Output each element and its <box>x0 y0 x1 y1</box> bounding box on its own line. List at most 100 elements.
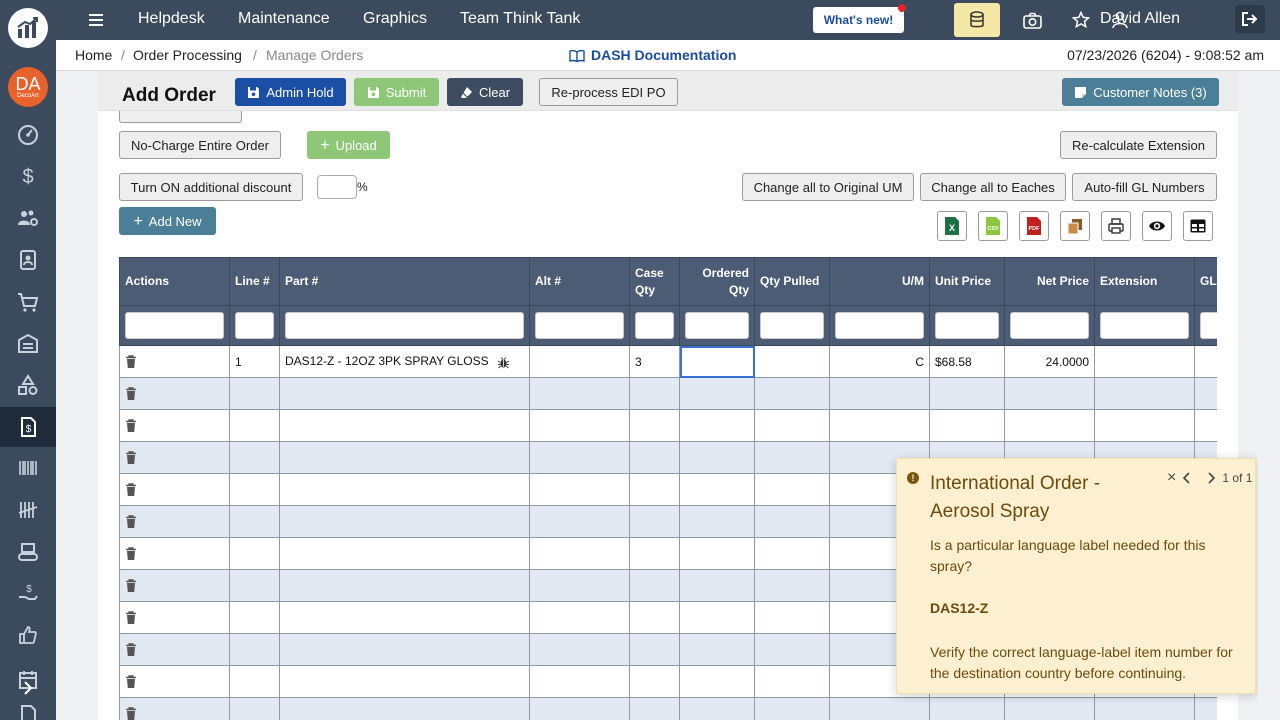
whats-new-button[interactable]: What's new! <box>813 4 906 33</box>
chevron-right-icon[interactable] <box>1206 472 1216 484</box>
col-header-actions[interactable]: Actions <box>119 257 230 306</box>
table-cell[interactable] <box>929 377 1005 410</box>
trash-icon[interactable] <box>125 547 137 561</box>
table-cell[interactable] <box>754 697 830 720</box>
sidebar-item-barcode[interactable] <box>0 448 56 488</box>
table-cell[interactable] <box>1194 377 1217 410</box>
sidebar-expand[interactable] <box>0 676 56 700</box>
table-cell[interactable] <box>529 697 630 720</box>
bug-icon[interactable] <box>497 356 510 369</box>
table-cell[interactable] <box>229 441 280 474</box>
table-cell[interactable] <box>529 473 630 506</box>
table-cell[interactable] <box>679 697 755 720</box>
table-cell[interactable] <box>229 377 280 410</box>
toggle-visibility-button[interactable] <box>1142 211 1172 241</box>
filter-case-qty-input[interactable] <box>635 312 674 339</box>
table-cell[interactable] <box>679 473 755 506</box>
sidebar-item-conveyor[interactable] <box>0 532 56 572</box>
add-new-button[interactable]: + Add New <box>119 207 216 235</box>
table-cell[interactable] <box>1194 409 1217 442</box>
sidebar-item-dashboard[interactable] <box>0 115 56 155</box>
sidebar-item-warehouse[interactable] <box>0 323 56 363</box>
change-original-um-button[interactable]: Change all to Original UM <box>742 173 914 201</box>
app-logo[interactable] <box>8 8 48 48</box>
sidebar-item-cart[interactable] <box>0 282 56 322</box>
table-cell[interactable] <box>829 377 930 410</box>
partial-hidden-button[interactable] <box>119 111 242 123</box>
nav-link-graphics[interactable]: Graphics <box>363 10 427 28</box>
table-cell[interactable] <box>754 473 830 506</box>
close-icon[interactable]: × <box>1167 469 1176 487</box>
table-row[interactable] <box>119 697 1217 720</box>
table-cell[interactable] <box>529 633 630 666</box>
cell-extension[interactable] <box>1094 345 1195 378</box>
table-cell[interactable] <box>679 601 755 634</box>
table-cell[interactable] <box>629 441 680 474</box>
cell-ordered-qty[interactable] <box>679 345 755 378</box>
table-cell[interactable] <box>529 441 630 474</box>
table-cell[interactable] <box>754 505 830 538</box>
table-cell[interactable] <box>679 537 755 570</box>
table-cell[interactable] <box>629 505 680 538</box>
trash-icon[interactable] <box>125 675 137 689</box>
breadcrumb-home[interactable]: Home <box>75 47 112 63</box>
table-cell[interactable] <box>279 377 530 410</box>
sidebar-item-payments[interactable]: $ <box>0 573 56 613</box>
recalculate-extension-button[interactable]: Re-calculate Extension <box>1060 131 1217 159</box>
table-cell[interactable] <box>229 409 280 442</box>
no-charge-order-button[interactable]: No-Charge Entire Order <box>119 131 281 159</box>
table-cell[interactable] <box>629 377 680 410</box>
table-cell[interactable] <box>279 633 530 666</box>
col-header-um[interactable]: U/M <box>829 257 930 306</box>
cell-alt[interactable] <box>529 345 630 378</box>
logout-button[interactable] <box>1235 5 1265 33</box>
filter-part-input[interactable] <box>285 312 524 339</box>
filter-um-input[interactable] <box>835 312 924 339</box>
customer-notes-button[interactable]: Customer Notes (3) <box>1062 78 1219 106</box>
trash-icon[interactable] <box>125 451 137 465</box>
user-avatar[interactable]: DA DecoArt <box>8 67 48 107</box>
column-layout-button[interactable] <box>1183 211 1213 241</box>
table-row[interactable] <box>119 409 1217 442</box>
table-cell[interactable] <box>1004 409 1095 442</box>
table-cell[interactable] <box>279 473 530 506</box>
table-cell[interactable] <box>279 601 530 634</box>
additional-discount-button[interactable]: Turn ON additional discount <box>119 173 303 201</box>
table-cell[interactable] <box>1004 377 1095 410</box>
favorites-button[interactable] <box>1071 10 1091 30</box>
trash-icon[interactable] <box>125 419 137 433</box>
autofill-gl-button[interactable]: Auto-fill GL Numbers <box>1072 173 1217 201</box>
table-cell[interactable] <box>279 569 530 602</box>
table-cell[interactable] <box>679 665 755 698</box>
table-cell[interactable] <box>1094 377 1195 410</box>
table-cell[interactable] <box>679 409 755 442</box>
table-cell[interactable] <box>529 537 630 570</box>
sidebar-item-shapes[interactable] <box>0 365 56 405</box>
trash-icon[interactable] <box>125 515 137 529</box>
table-cell[interactable] <box>629 697 680 720</box>
table-cell[interactable] <box>529 601 630 634</box>
filter-net-price-input[interactable] <box>1010 312 1089 339</box>
trash-icon[interactable] <box>125 707 137 720</box>
filter-gl-input[interactable] <box>1200 312 1217 339</box>
table-cell[interactable] <box>1094 409 1195 442</box>
table-cell[interactable] <box>679 505 755 538</box>
breadcrumb-order-processing[interactable]: Order Processing <box>133 47 242 63</box>
filter-actions-input[interactable] <box>125 312 224 339</box>
col-header-extension[interactable]: Extension <box>1094 257 1195 306</box>
filter-alt-input[interactable] <box>535 312 624 339</box>
table-row[interactable]: 1 DAS12-Z - 12OZ 3PK SPRAY GLOSS 3 C $68… <box>119 345 1217 378</box>
cell-part[interactable]: DAS12-Z - 12OZ 3PK SPRAY GLOSS <box>279 345 530 378</box>
table-cell[interactable] <box>279 409 530 442</box>
table-cell[interactable] <box>279 505 530 538</box>
table-row[interactable] <box>119 377 1217 410</box>
sidebar-item-feedback[interactable] <box>0 615 56 655</box>
clear-button[interactable]: Clear <box>447 78 523 106</box>
table-cell[interactable] <box>629 473 680 506</box>
col-header-unit-price[interactable]: Unit Price <box>929 257 1005 306</box>
sidebar-item-finance[interactable]: $ <box>0 156 56 196</box>
discount-percent-input[interactable] <box>317 175 357 199</box>
nav-link-helpdesk[interactable]: Helpdesk <box>138 10 205 28</box>
table-cell[interactable] <box>1194 697 1217 720</box>
cell-qty-pulled[interactable] <box>754 345 830 378</box>
